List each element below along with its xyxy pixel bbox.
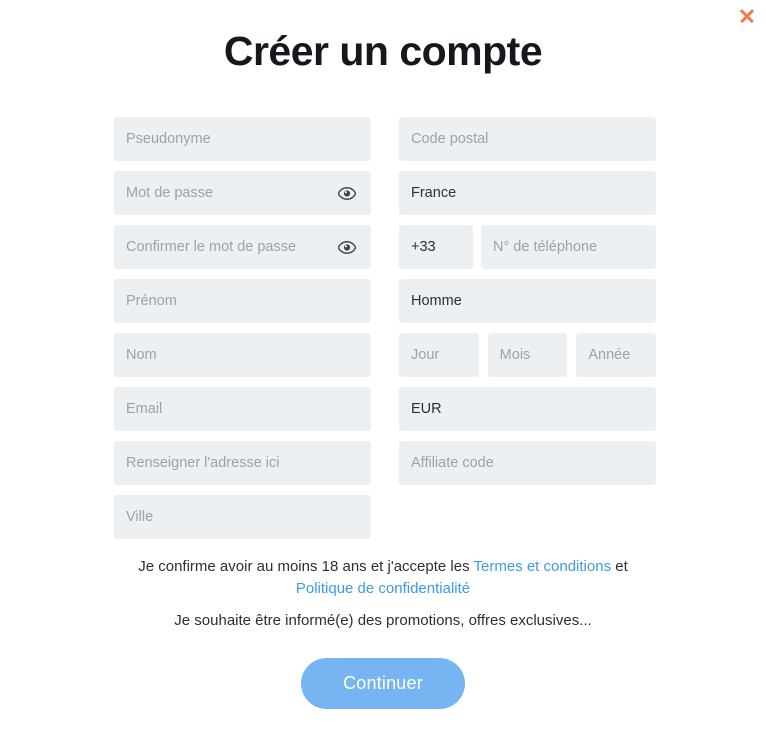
page-title: Créer un compte <box>223 28 543 74</box>
privacy-policy-link[interactable]: Politique de confidentialité <box>296 580 470 597</box>
close-x-icon <box>739 8 755 24</box>
password-placeholder: Mot de passe <box>126 185 214 201</box>
phone-number-placeholder: N° de téléphone <box>493 239 598 255</box>
currency-select[interactable]: EUR <box>399 387 656 431</box>
consent-line1-part1: Je confirme avoir au moins 18 ans et j'a… <box>138 558 474 575</box>
currency-value: EUR <box>411 401 442 417</box>
password-field[interactable]: Mot de passe <box>114 171 371 215</box>
last-name-field[interactable]: Nom <box>114 333 371 377</box>
country-select[interactable]: France <box>399 171 656 215</box>
password-confirm-visibility-eye-icon[interactable] <box>337 237 357 257</box>
last-name-placeholder: Nom <box>126 347 157 363</box>
city-placeholder: Ville <box>126 509 154 525</box>
birth-year-select[interactable]: Année <box>576 333 657 377</box>
birth-day-select[interactable]: Jour <box>399 333 479 377</box>
birth-month-placeholder: Mois <box>499 347 531 363</box>
consent-age-terms-text: Je confirme avoir au moins 18 ans et j'a… <box>113 556 653 600</box>
gender-value: Homme <box>411 293 462 309</box>
consent-line1-joiner: et <box>611 558 628 575</box>
close-dialog-button[interactable] <box>734 3 760 29</box>
postal-code-field[interactable]: Code postal <box>399 117 656 161</box>
affiliate-code-field[interactable]: Affiliate code <box>399 441 656 485</box>
birth-year-placeholder: Année <box>588 347 631 363</box>
affiliate-code-placeholder: Affiliate code <box>411 455 494 471</box>
terms-and-conditions-link[interactable]: Termes et conditions <box>474 558 612 575</box>
gender-select[interactable]: Homme <box>399 279 656 323</box>
continue-button[interactable]: Continuer <box>301 658 465 709</box>
username-field[interactable]: Pseudonyme <box>114 117 371 161</box>
birth-date-row: Jour Mois Année <box>399 333 657 377</box>
country-value: France <box>411 185 457 201</box>
address-field[interactable]: Renseigner l'adresse ici <box>114 441 371 485</box>
consent-block: Je confirme avoir au moins 18 ans et j'a… <box>113 556 653 632</box>
password-confirm-placeholder: Confirmer le mot de passe <box>126 239 297 255</box>
postal-code-placeholder: Code postal <box>411 131 489 147</box>
phone-prefix-value: +33 <box>411 239 436 255</box>
signup-form: Pseudonyme Mot de passe Confirmer le mot… <box>114 117 657 549</box>
email-placeholder: Email <box>126 401 163 417</box>
phone-prefix-select[interactable]: +33 <box>399 225 473 269</box>
phone-row: +33 N° de téléphone <box>399 225 656 269</box>
phone-number-field[interactable]: N° de téléphone <box>481 225 656 269</box>
birth-month-select[interactable]: Mois <box>487 333 568 377</box>
password-visibility-eye-icon[interactable] <box>337 183 357 203</box>
consent-marketing-text: Je souhaite être informé(e) des promotio… <box>174 612 592 629</box>
form-left-column: Pseudonyme Mot de passe Confirmer le mot… <box>114 117 371 549</box>
username-placeholder: Pseudonyme <box>126 131 211 147</box>
form-right-column: Code postal France +33 N° de téléphone H… <box>399 117 657 495</box>
first-name-field[interactable]: Prénom <box>114 279 371 323</box>
password-confirm-field[interactable]: Confirmer le mot de passe <box>114 225 371 269</box>
submit-row: Continuer <box>0 658 766 709</box>
city-field[interactable]: Ville <box>114 495 371 539</box>
first-name-placeholder: Prénom <box>126 293 177 309</box>
birth-day-placeholder: Jour <box>411 347 440 363</box>
email-field[interactable]: Email <box>114 387 371 431</box>
address-placeholder: Renseigner l'adresse ici <box>126 455 280 471</box>
